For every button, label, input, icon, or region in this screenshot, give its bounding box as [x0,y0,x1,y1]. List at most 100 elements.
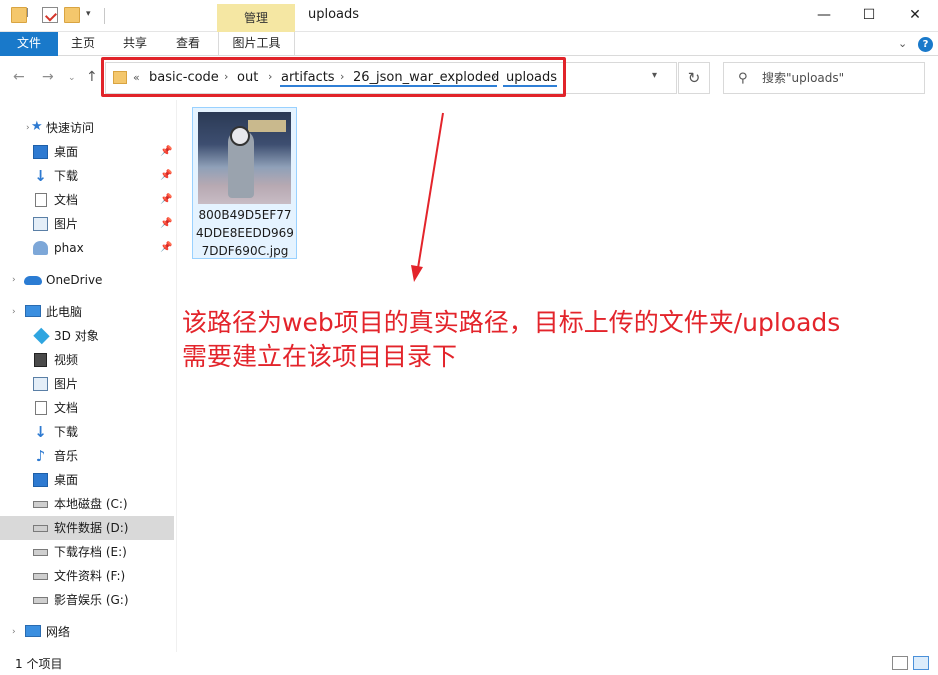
back-arrow-icon[interactable]: ← [13,69,25,85]
close-button[interactable]: ✕ [892,0,938,32]
expand-icon[interactable]: › [12,268,16,292]
network-icon [25,625,41,637]
annotation-text: 该路径为web项目的真实路径，目标上传的文件夹/uploads 需要建立在该项目… [182,306,840,374]
divider-icon: | [26,8,30,18]
video-film-icon [34,353,47,367]
details-view-icon[interactable] [892,656,908,670]
sidebar-item-drive-d[interactable]: 软件数据 (D:) [0,516,174,540]
sidebar-item-network[interactable]: › 网络 [0,620,174,644]
recent-locations-icon[interactable]: ⌄ [68,73,76,83]
search-input[interactable] [762,63,922,93]
folder-icon[interactable] [11,7,27,23]
properties-icon[interactable] [42,7,58,23]
document-icon [35,401,47,415]
thumbnail-detail [230,126,250,146]
sidebar-item-drive-g[interactable]: 影音娱乐 (G:) [0,588,174,612]
sidebar-item-pictures[interactable]: 图片 📌 [0,212,174,236]
sidebar-item-3d-objects[interactable]: 3D 对象 [0,324,174,348]
sidebar-item-documents[interactable]: 文档 📌 [0,188,174,212]
download-arrow-icon: ↓ [34,167,47,185]
sidebar-item-label: 图片 [54,217,79,231]
sidebar-item-videos[interactable]: 视频 [0,348,174,372]
sidebar-item-label: 下载 [54,169,79,183]
drive-icon [33,525,48,532]
expand-ribbon-icon[interactable]: ⌄ [898,37,907,50]
file-item[interactable]: 800B49D5EF774DDE8EEDD9697DDF690C.jpg [192,107,297,259]
file-name: 800B49D5EF774DDE8EEDD9697DDF690C.jpg [196,208,294,258]
sidebar-item-this-pc[interactable]: › 此电脑 [0,300,174,324]
sidebar-item-pc-documents[interactable]: 文档 [0,396,174,420]
forward-arrow-icon[interactable]: → [42,69,54,85]
sidebar-item-drive-f[interactable]: 文件资料 (F:) [0,564,174,588]
sidebar-item-label: OneDrive [46,273,103,287]
sidebar-item-label: 桌面 [54,473,79,487]
sidebar-item-drive-c[interactable]: 本地磁盘 (C:) [0,492,174,516]
sidebar-item-drive-e[interactable]: 下载存档 (E:) [0,540,174,564]
desktop-icon [33,145,48,159]
drive-icon [33,549,48,556]
sidebar-item-label: 快速访问 [46,121,95,135]
customize-quick-access-icon[interactable]: ▾ [86,9,102,25]
optical-drive-icon [33,597,48,604]
file-list: 800B49D5EF774DDE8EEDD9697DDF690C.jpg [177,100,938,652]
minimize-button[interactable]: — [801,0,847,32]
tab-view[interactable]: 查看 [167,32,209,56]
new-folder-icon[interactable] [64,7,80,23]
sidebar-item-label: 影音娱乐 (G:) [54,593,129,607]
sidebar-item-label: 软件数据 (D:) [54,521,129,535]
sidebar-item-label: 文档 [54,193,79,207]
large-icons-view-icon[interactable] [913,656,929,670]
pin-icon[interactable]: 📌 [160,140,172,164]
music-note-icon: ♪ [35,447,46,465]
ribbon: 文件 主页 共享 查看 图片工具 ⌄ ? [0,32,938,56]
tab-share[interactable]: 共享 [114,32,156,56]
title-bar: | ▾ 管理 uploads — ☐ ✕ [0,0,938,32]
sidebar-item-label: 文件资料 (F:) [54,569,126,583]
sidebar-item-music[interactable]: ♪ 音乐 [0,444,174,468]
sidebar-item-phax[interactable]: phax 📌 [0,236,174,260]
manage-tab[interactable]: 管理 [217,4,295,32]
sidebar-item-downloads[interactable]: ↓ 下载 📌 [0,164,174,188]
star-icon: ★ [31,119,43,134]
image-thumbnail [198,112,291,204]
expand-icon[interactable]: › [12,300,16,324]
pictures-icon [33,217,48,231]
sidebar-item-label: 桌面 [54,145,79,159]
pin-icon[interactable]: 📌 [160,236,172,260]
navigation-pane: › ★ 快速访问 桌面 📌 ↓ 下载 📌 文档 📌 图片 📌 phax 📌 › … [0,112,176,652]
pin-icon[interactable]: 📌 [160,212,172,236]
sidebar-item-pc-pictures[interactable]: 图片 [0,372,174,396]
item-count: 1 个项目 [15,657,63,671]
sidebar-item-desktop[interactable]: 桌面 📌 [0,140,174,164]
expand-icon[interactable]: › [26,116,30,140]
up-arrow-icon[interactable]: ↑ [86,69,98,85]
download-arrow-icon: ↓ [34,423,47,441]
sidebar-item-label: 网络 [46,625,71,639]
maximize-button[interactable]: ☐ [846,0,892,32]
refresh-icon[interactable]: ↻ [678,62,710,94]
desktop-icon [33,473,48,487]
tab-file[interactable]: 文件 [0,32,58,56]
tab-home[interactable]: 主页 [62,32,104,56]
sidebar-item-label: 下载存档 (E:) [54,545,127,559]
pin-icon[interactable]: 📌 [160,164,172,188]
sidebar-item-label: 下载 [54,425,79,439]
document-icon [35,193,47,207]
sidebar-item-onedrive[interactable]: › OneDrive [0,268,174,292]
address-dropdown-icon[interactable]: ▾ [652,70,657,81]
sidebar-item-label: 此电脑 [46,305,83,319]
pin-icon[interactable]: 📌 [160,188,172,212]
cube-3d-icon [33,327,50,345]
windows-drive-icon [33,501,48,508]
sidebar-item-label: 图片 [54,377,79,391]
computer-icon [25,305,41,317]
expand-icon[interactable]: › [12,620,16,644]
sidebar-item-quick-access[interactable]: › ★ 快速访问 [0,116,174,140]
window-title: uploads [308,7,360,22]
help-icon[interactable]: ? [918,37,933,52]
onedrive-cloud-icon [24,276,42,285]
tab-picture-tools[interactable]: 图片工具 [218,32,295,56]
sidebar-item-pc-desktop[interactable]: 桌面 [0,468,174,492]
sidebar-item-pc-downloads[interactable]: ↓ 下载 [0,420,174,444]
search-box[interactable]: ⚲ [723,62,925,94]
